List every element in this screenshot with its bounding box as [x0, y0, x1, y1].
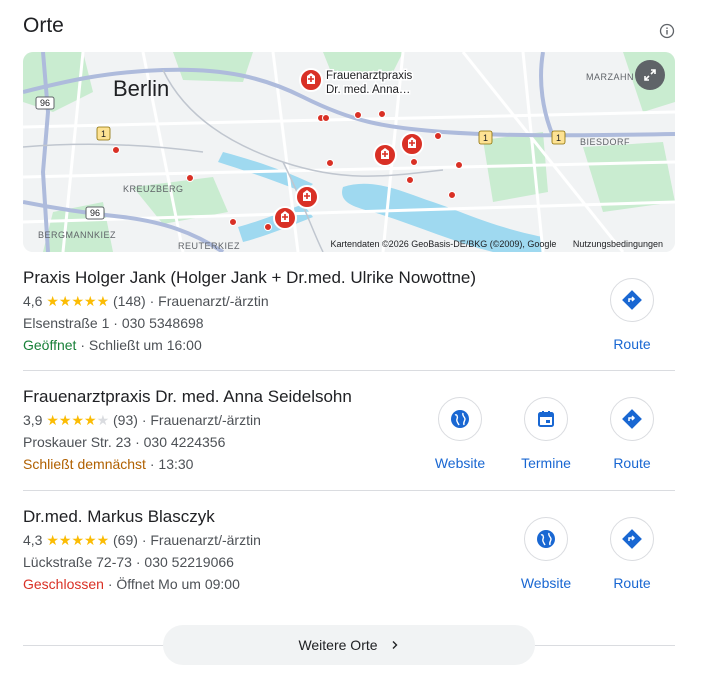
place-phone: 030 5348698	[121, 315, 204, 331]
open-status: Geöffnet	[23, 337, 77, 353]
route-button[interactable]: Route	[589, 517, 675, 591]
place-address: Proskauer Str. 23	[23, 434, 132, 450]
place-actions: Route	[589, 278, 675, 352]
appointment-button[interactable]: Termine	[503, 397, 589, 471]
place-result[interactable]: Frauenarztpraxis Dr. med. Anna Seidelsoh…	[23, 387, 675, 473]
road-badge-96-bottom: 96	[90, 208, 100, 218]
open-status: Schließt demnächst	[23, 456, 146, 472]
directions-icon	[622, 290, 642, 310]
review-count[interactable]: (148)	[113, 293, 146, 309]
route-label: Route	[613, 336, 651, 352]
rating-stars: ★★★★★	[46, 293, 110, 309]
map-label-bergmannkiez: BERGMANNKIEZ	[38, 230, 116, 240]
road-badge-96-top: 96	[40, 98, 50, 108]
route-label: Route	[613, 575, 651, 591]
place-phone: 030 52219066	[144, 554, 234, 570]
road-badge-1-right: 1	[556, 133, 561, 143]
review-count[interactable]: (69)	[113, 532, 138, 548]
map-pin-large[interactable]	[299, 68, 323, 92]
website-button[interactable]: Website	[503, 517, 589, 591]
map-terms-link[interactable]: Nutzungsbedingungen	[573, 239, 663, 249]
place-hours-line: Geöffnet · Schließt um 16:00	[23, 337, 202, 353]
place-result[interactable]: Praxis Holger Jank (Holger Jank + Dr.med…	[23, 268, 675, 354]
website-label: Website	[520, 575, 572, 591]
website-label: Website	[434, 455, 486, 471]
place-address: Elsenstraße 1	[23, 315, 110, 331]
hours-detail: Schließt um 16:00	[88, 337, 202, 353]
place-phone: 030 4224356	[143, 434, 226, 450]
place-result[interactable]: Dr.med. Markus Blasczyk 4,3 ★★★★★ (69) ·…	[23, 507, 675, 593]
map-callout-line2: Dr. med. Anna…	[326, 84, 410, 96]
road-badge-1-mid: 1	[483, 133, 488, 143]
route-label: Route	[613, 455, 651, 471]
info-icon[interactable]	[659, 23, 675, 39]
divider	[23, 370, 675, 371]
road-badge-1-left: 1	[101, 129, 106, 139]
map-label-reuterkiez: REUTERKIEZ	[178, 241, 240, 251]
map-pin-large[interactable]	[400, 132, 424, 156]
place-category: Frauenarzt/-ärztin	[150, 532, 261, 548]
calendar-icon	[538, 411, 554, 427]
map-attribution-text: Kartendaten ©2026 GeoBasis-DE/BKG (©2009…	[330, 239, 557, 249]
place-rating-line: 4,6 ★★★★★ (148) · Frauenarzt/-ärztin	[23, 293, 269, 309]
appointment-label: Termine	[521, 455, 571, 471]
map-pin-large[interactable]	[373, 143, 397, 167]
globe-icon	[451, 410, 469, 428]
rating-value: 4,6	[23, 293, 43, 309]
rating-stars: ★★★★★	[46, 412, 110, 428]
map-city-label: Berlin	[113, 76, 169, 101]
map-label-marzahn: MARZAHN	[586, 72, 634, 82]
route-button[interactable]: Route	[589, 278, 675, 352]
rating-stars: ★★★★★	[46, 532, 110, 548]
section-header: Orte	[23, 14, 675, 42]
chevron-right-icon	[392, 641, 398, 649]
website-button[interactable]: Website	[417, 397, 503, 471]
map-callout-line1: Frauenarztpraxis	[326, 70, 413, 82]
more-places-button[interactable]: Weitere Orte	[163, 625, 535, 665]
place-category: Frauenarzt/-ärztin	[150, 412, 261, 428]
directions-icon	[622, 409, 642, 429]
hours-detail: 13:30	[158, 456, 194, 472]
place-actions: Website Termine Route	[417, 397, 675, 471]
map-preview[interactable]: 96 96 1 1 1 KREUZBERG BERGMANNKIEZ REUTE…	[23, 52, 675, 252]
rating-value: 3,9	[23, 412, 43, 428]
hours-detail: Öffnet Mo um 09:00	[116, 576, 240, 592]
rating-value: 4,3	[23, 532, 43, 548]
map-canvas: 96 96 1 1 1 KREUZBERG BERGMANNKIEZ REUTE…	[23, 52, 675, 252]
place-actions: Website Route	[503, 517, 675, 591]
directions-icon	[622, 529, 642, 549]
review-count[interactable]: (93)	[113, 412, 138, 428]
expand-icon	[644, 69, 656, 81]
place-address-line: Elsenstraße 1 · 030 5348698	[23, 315, 204, 331]
map-label-biesdorf: BIESDORF	[580, 137, 630, 147]
more-places-label: Weitere Orte	[298, 637, 378, 653]
map-attribution: Kartendaten ©2026 GeoBasis-DE/BKG (©2009…	[317, 239, 663, 249]
section-title: Orte	[23, 14, 64, 37]
map-expand-button[interactable]	[635, 60, 665, 90]
map-pin-large[interactable]	[273, 206, 297, 230]
place-category: Frauenarzt/-ärztin	[158, 293, 269, 309]
place-name[interactable]: Praxis Holger Jank (Holger Jank + Dr.med…	[23, 268, 675, 288]
map-pin-large[interactable]	[295, 185, 319, 209]
divider	[23, 490, 675, 491]
route-button[interactable]: Route	[589, 397, 675, 471]
open-status: Geschlossen	[23, 576, 104, 592]
place-address: Lückstraße 72-73	[23, 554, 132, 570]
map-label-kreuzberg: KREUZBERG	[123, 184, 184, 194]
globe-icon	[537, 530, 555, 548]
